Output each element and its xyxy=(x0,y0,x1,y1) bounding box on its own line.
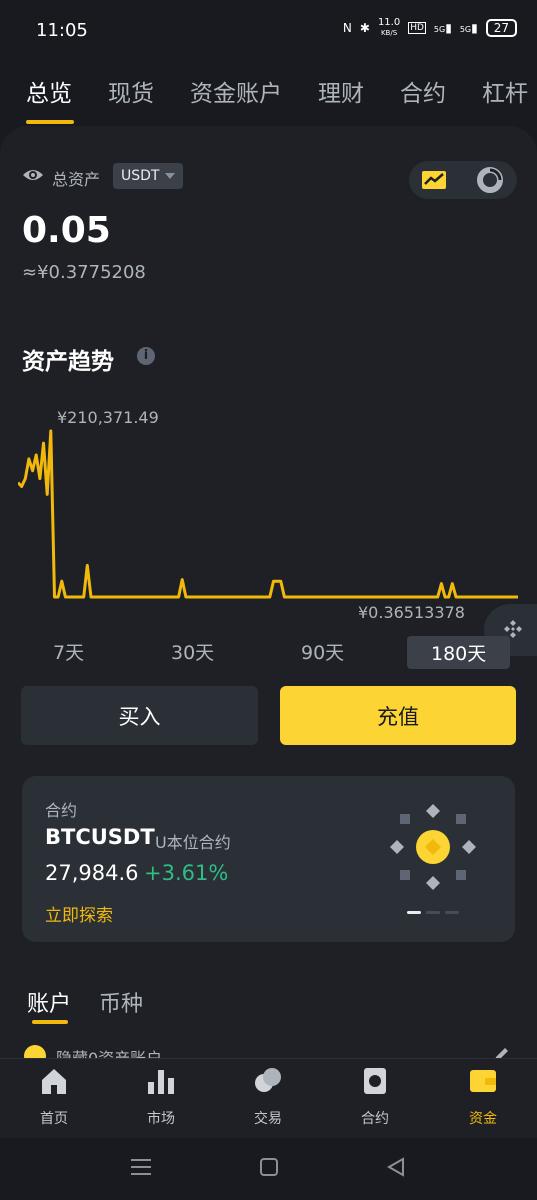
tab-accounts[interactable]: 账户 xyxy=(27,986,71,1018)
tab-overview[interactable]: 总览 xyxy=(26,74,72,108)
clock: 11:05 xyxy=(36,20,88,41)
nav-label: 资金 xyxy=(469,1111,497,1127)
hd-icon: HD xyxy=(408,22,426,34)
account-tab-indicator xyxy=(32,1020,68,1024)
nav-trade[interactable]: 交易 xyxy=(228,1066,308,1128)
total-amount: 0.05 xyxy=(22,210,111,251)
range-30d[interactable]: 30天 xyxy=(171,638,214,665)
deposit-button[interactable]: 充值 xyxy=(280,686,516,745)
chevron-down-icon xyxy=(165,173,176,179)
promo-contract-type: U本位合约 xyxy=(155,833,231,852)
range-selector: 7天 30天 90天 180天 xyxy=(0,636,537,669)
back-icon[interactable] xyxy=(386,1157,406,1177)
nav-markets[interactable]: 市场 xyxy=(121,1066,201,1128)
eye-icon[interactable] xyxy=(22,167,44,183)
nav-home[interactable]: 首页 xyxy=(14,1066,94,1128)
bluetooth-icon: ✱ xyxy=(359,21,370,35)
nav-label: 首页 xyxy=(40,1111,68,1127)
trend-title: 资产趋势 xyxy=(22,349,114,375)
currency-selector[interactable]: USDT xyxy=(113,163,184,189)
trade-icon xyxy=(255,1068,281,1092)
wallet-icon xyxy=(470,1070,496,1092)
tab-margin[interactable]: 杠杆 xyxy=(482,74,528,108)
tab-funding[interactable]: 资金账户 xyxy=(190,74,282,108)
promo-price: 27,984.6 xyxy=(45,861,139,885)
line-chart-icon[interactable] xyxy=(421,168,447,192)
net-speed: 11.0 KB/S xyxy=(377,17,401,38)
chart-min-label: ¥0.36513378 xyxy=(358,603,465,622)
carousel-dot xyxy=(426,911,440,914)
promo-symbol: BTCUSDT xyxy=(45,825,155,849)
tab-earn[interactable]: 理财 xyxy=(318,74,364,108)
range-90d[interactable]: 90天 xyxy=(301,638,344,665)
account-tabs: 账户 币种 xyxy=(27,986,143,1018)
info-icon[interactable]: i xyxy=(137,347,155,365)
asset-trend-chart xyxy=(18,429,518,599)
nav-futures[interactable]: 合约 xyxy=(335,1066,415,1128)
nav-funds[interactable]: 资金 xyxy=(443,1066,523,1128)
fiat-value: ≈¥0.3775208 xyxy=(22,262,146,283)
promo-change: +3.61% xyxy=(144,861,229,885)
buy-button[interactable]: 买入 xyxy=(21,686,258,745)
tab-coins[interactable]: 币种 xyxy=(99,986,143,1018)
system-nav-bar xyxy=(0,1138,537,1200)
coin-illustration-icon xyxy=(390,804,476,890)
range-7d[interactable]: 7天 xyxy=(53,638,84,665)
top-tabs: 总览 现货 资金账户 理财 合约 杠杆 xyxy=(26,74,528,108)
home-icon xyxy=(42,1069,66,1094)
signal-icon-2: 5G▮ xyxy=(459,21,478,35)
tab-spot[interactable]: 现货 xyxy=(108,74,154,108)
status-bar: 11:05 N ✱ 11.0 KB/S HD 5G▮ 5G▮ 27 xyxy=(0,0,537,60)
menu-icon[interactable] xyxy=(131,1158,151,1176)
nav-label: 交易 xyxy=(254,1111,282,1127)
signal-icon: 5G▮ xyxy=(433,21,452,35)
trend-line xyxy=(18,429,518,599)
total-assets-label: 总资产 xyxy=(52,170,101,189)
promo-category: 合约 xyxy=(45,801,78,820)
currency-label: USDT xyxy=(121,168,160,184)
explore-link[interactable]: 立即探索 xyxy=(45,901,113,926)
tab-futures[interactable]: 合约 xyxy=(400,74,446,108)
carousel-dots xyxy=(407,911,459,914)
tab-indicator xyxy=(26,120,74,124)
nav-label: 合约 xyxy=(361,1111,389,1127)
battery-icon: 27 xyxy=(485,19,517,37)
carousel-dot xyxy=(445,911,459,914)
nav-label: 市场 xyxy=(147,1111,175,1127)
status-icons: N ✱ 11.0 KB/S HD 5G▮ 5G▮ 27 xyxy=(343,18,517,38)
nfc-icon: N xyxy=(342,21,352,35)
market-icon xyxy=(148,1070,174,1094)
range-180d[interactable]: 180天 xyxy=(407,636,511,669)
pie-chart-icon[interactable] xyxy=(476,166,504,194)
futures-icon xyxy=(364,1068,386,1094)
home-square-icon[interactable] xyxy=(259,1157,279,1177)
carousel-dot xyxy=(407,911,421,914)
